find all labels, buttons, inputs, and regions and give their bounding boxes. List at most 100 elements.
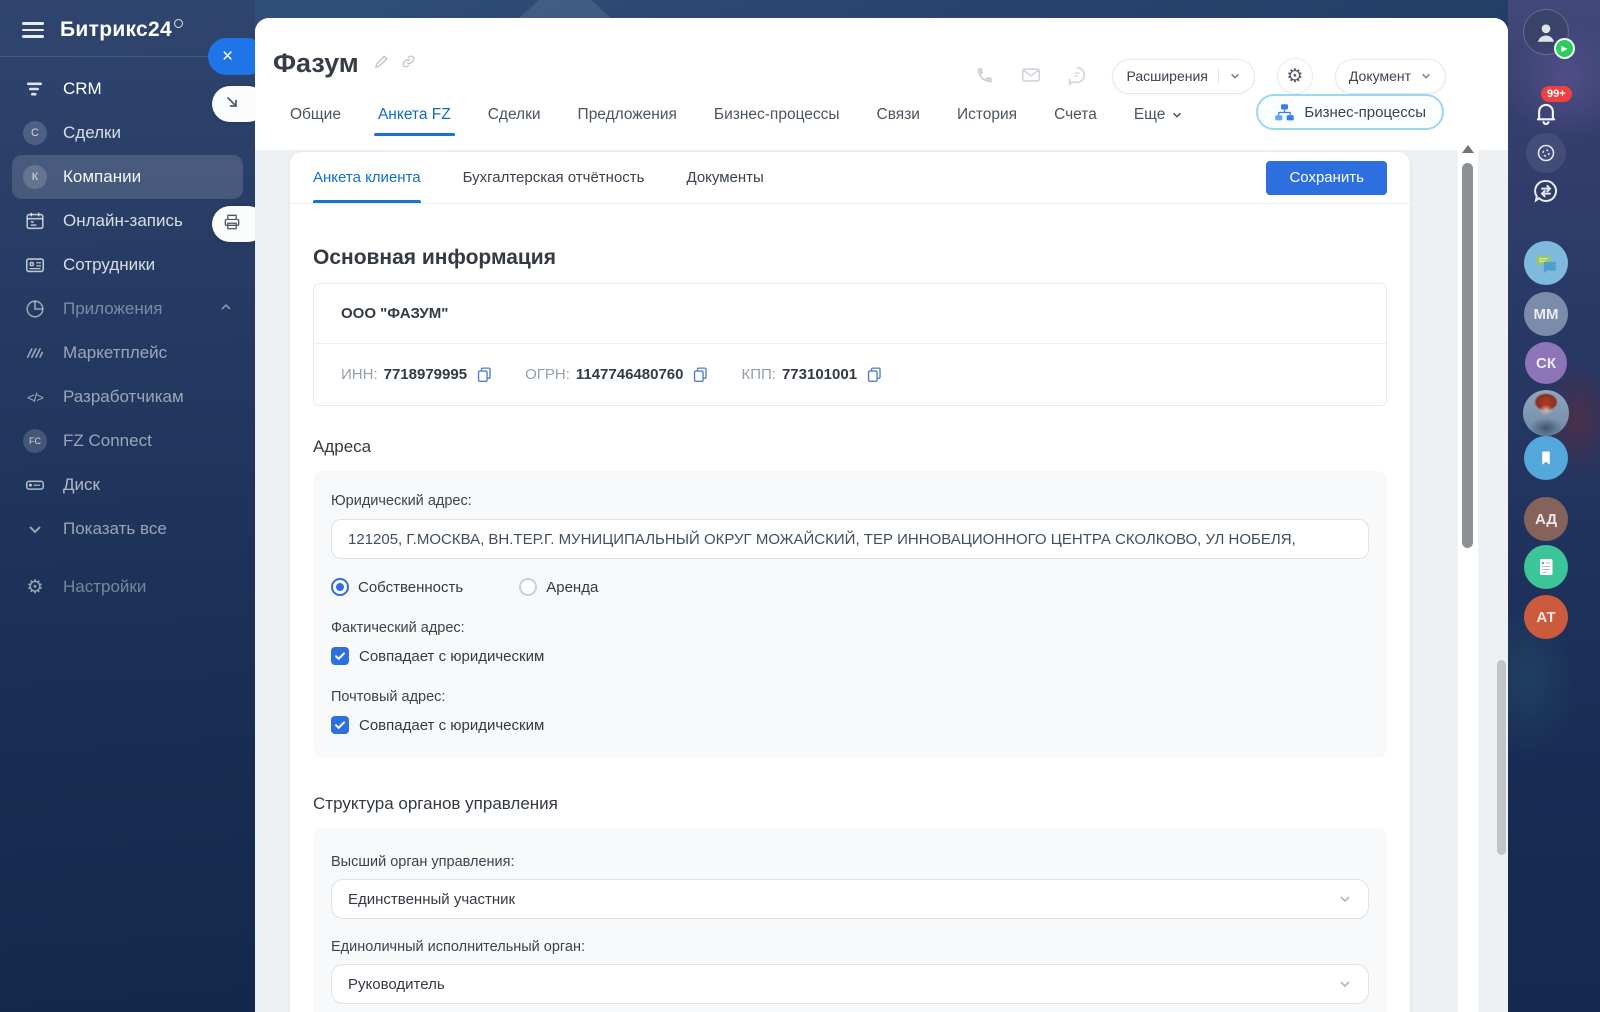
phone-icon[interactable] <box>974 64 998 88</box>
avatar-ad[interactable]: АД <box>1524 497 1568 541</box>
addresses-heading: Адреса <box>313 437 1387 457</box>
code-icon: </> <box>22 384 48 410</box>
sidebar-item-disk[interactable]: Диск <box>12 463 243 507</box>
radio-selected[interactable] <box>331 578 349 596</box>
mail-icon[interactable] <box>1020 64 1044 88</box>
tab-offers[interactable]: Предложения <box>578 106 677 136</box>
sidebar-item-employees[interactable]: Сотрудники <box>12 243 243 287</box>
tab-invoices[interactable]: Счета <box>1054 106 1097 136</box>
copy-icon[interactable] <box>692 366 709 383</box>
edit-title-icon[interactable] <box>373 53 390 75</box>
panel-body: Анкета клиента Бухгалтерская отчётность … <box>255 150 1508 1012</box>
sidebar-item-label: CRM <box>63 79 102 99</box>
avatar-at[interactable]: АТ <box>1524 595 1568 639</box>
support-icon[interactable] <box>1526 133 1566 173</box>
bell-icon <box>1531 98 1561 128</box>
company-info-box: ООО "ФАЗУМ" ИНН: 7718979995 ОГРН: 114774… <box>313 283 1387 406</box>
chevron-down-icon <box>22 516 48 542</box>
outer-scrollbar-thumb[interactable] <box>1497 660 1506 855</box>
hamburger-menu-icon[interactable] <box>22 22 44 37</box>
postal-same-checkbox-row[interactable]: Совпадает с юридическим <box>331 716 1369 734</box>
postal-address-label: Почтовый адрес: <box>331 689 1369 705</box>
supreme-body-select[interactable]: Единственный участник <box>331 879 1369 919</box>
tab-general[interactable]: Общие <box>290 106 341 136</box>
legal-address-input[interactable]: 121205, Г.МОСКВА, ВН.ТЕР.Г. МУНИЦИПАЛЬНЫ… <box>331 519 1369 559</box>
radio-unselected[interactable] <box>519 578 537 596</box>
play-status-badge[interactable]: ▶ <box>1554 38 1575 59</box>
rent-radio-option[interactable]: Аренда <box>519 578 598 596</box>
tab-links[interactable]: Связи <box>877 106 920 136</box>
save-button[interactable]: Сохранить <box>1266 161 1387 195</box>
chat-transfer-icon[interactable] <box>1530 175 1562 212</box>
left-sidebar: Битрикс24 CRM С Сделки К Компании Онлайн… <box>0 0 255 1012</box>
business-process-button[interactable]: Бизнес-процессы <box>1256 94 1444 130</box>
tab-documents[interactable]: Документы <box>687 152 764 203</box>
profile-avatar[interactable]: ▶ <box>1523 9 1569 55</box>
sidebar-item-fz-connect[interactable]: FC FZ Connect <box>12 419 243 463</box>
extensions-dropdown[interactable]: Расширения <box>1112 59 1254 94</box>
sidebar-item-show-all[interactable]: Показать все <box>12 507 243 551</box>
supreme-body-label: Высший орган управления: <box>331 854 1369 870</box>
avatar-mm[interactable]: MM <box>1524 292 1568 336</box>
detail-card: Анкета клиента Бухгалтерская отчётность … <box>290 152 1410 1012</box>
tab-accounting-reports[interactable]: Бухгалтерская отчётность <box>463 152 645 203</box>
bookmark-icon[interactable] <box>1524 436 1568 480</box>
page-title: Фазум <box>273 48 359 79</box>
document-app-icon[interactable] <box>1524 545 1568 589</box>
brand-clock-icon <box>174 19 183 28</box>
chevron-down-icon <box>1338 977 1352 991</box>
avatar-ck[interactable]: СК <box>1525 342 1567 384</box>
scrollbar-thumb[interactable] <box>1462 163 1473 548</box>
apps-pie-icon <box>22 296 48 322</box>
sidebar-item-online-booking[interactable]: Онлайн-запись <box>12 199 243 243</box>
notifications-bell[interactable]: 99+ <box>1531 98 1561 133</box>
sidebar-item-companies[interactable]: К Компании <box>12 155 243 199</box>
tab-history[interactable]: История <box>957 106 1017 136</box>
inn-field: ИНН: 7718979995 <box>341 366 493 383</box>
close-icon: × <box>222 46 233 68</box>
tab-business-processes[interactable]: Бизнес-процессы <box>714 106 840 136</box>
ownership-radio-option[interactable]: Собственность <box>331 578 463 596</box>
chevron-down-icon <box>1338 892 1352 906</box>
sidebar-item-marketplace[interactable]: Маркетплейс <box>12 331 243 375</box>
business-process-label: Бизнес-процессы <box>1304 104 1426 121</box>
calendar-icon <box>22 208 48 234</box>
sidebar-item-crm[interactable]: CRM <box>12 67 243 111</box>
settings-gear-button[interactable]: ⚙ <box>1277 58 1313 94</box>
checkbox-checked[interactable] <box>331 716 349 734</box>
avatar-photo[interactable] <box>1523 390 1569 436</box>
sidebar-item-settings[interactable]: ⚙ Настройки <box>12 565 243 609</box>
id-card-icon <box>22 252 48 278</box>
scrollbar-up-arrow[interactable] <box>1462 145 1474 153</box>
copy-icon[interactable] <box>866 366 883 383</box>
sidebar-item-label: Сделки <box>63 123 121 143</box>
sidebar-item-label: Компании <box>63 167 141 187</box>
addresses-block: Юридический адрес: 121205, Г.МОСКВА, ВН.… <box>313 471 1387 758</box>
executive-body-select[interactable]: Руководитель <box>331 964 1369 1004</box>
sidebar-item-developers[interactable]: </> Разработчикам <box>12 375 243 419</box>
document-dropdown[interactable]: Документ <box>1335 59 1446 94</box>
checkbox-checked[interactable] <box>331 647 349 665</box>
actual-same-checkbox-row[interactable]: Совпадает с юридическим <box>331 647 1369 665</box>
messenger-icon[interactable] <box>1524 241 1568 285</box>
chat-history-icon[interactable] <box>1066 64 1090 88</box>
tab-anketa-fz[interactable]: Анкета FZ <box>378 106 451 136</box>
copy-icon[interactable] <box>476 366 493 383</box>
fz-connect-icon: FC <box>22 428 48 454</box>
link-icon[interactable] <box>400 53 417 75</box>
legal-address-label: Юридический адрес: <box>331 493 1369 509</box>
tab-deals[interactable]: Сделки <box>488 106 541 136</box>
tab-client-form[interactable]: Анкета клиента <box>313 152 421 203</box>
document-label: Документ <box>1349 68 1411 84</box>
chevron-up-icon <box>219 299 233 319</box>
sidebar-item-deals[interactable]: С Сделки <box>12 111 243 155</box>
sidebar-item-label: Приложения <box>63 299 162 319</box>
pill-divider <box>1218 67 1219 85</box>
companies-letter-icon: К <box>22 164 48 190</box>
brand-logo[interactable]: Битрикс24 <box>60 18 183 42</box>
panel-scrollbar[interactable] <box>1458 137 1478 1012</box>
tab-more[interactable]: Еще <box>1134 106 1184 136</box>
deals-letter-icon: С <box>22 120 48 146</box>
sidebar-item-label: FZ Connect <box>63 431 152 451</box>
sidebar-item-apps[interactable]: Приложения <box>12 287 243 331</box>
